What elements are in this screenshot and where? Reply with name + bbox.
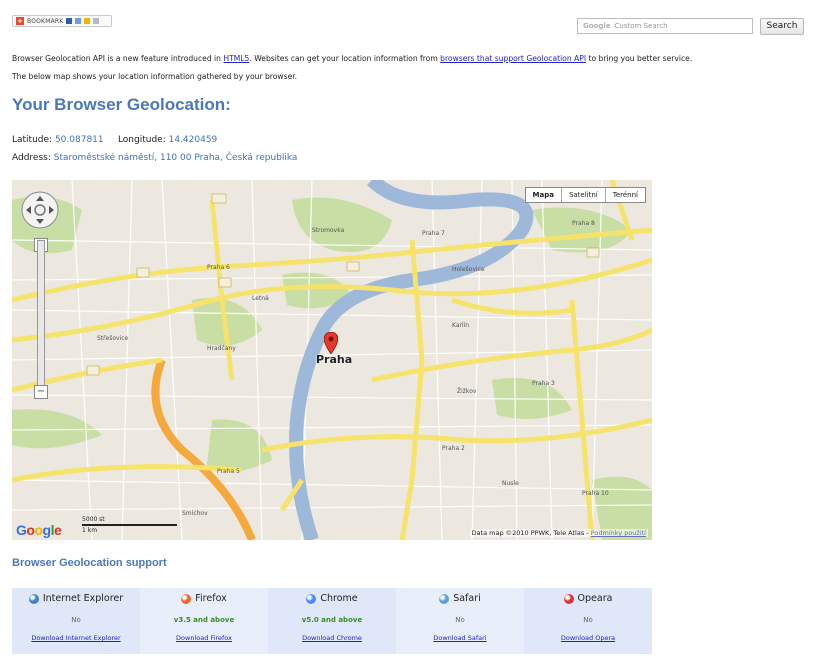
browser-version: No	[71, 616, 81, 624]
scale-bottom-label: 1 km	[82, 527, 98, 534]
safari-icon	[439, 593, 450, 604]
firefox-icon	[181, 593, 192, 604]
intro-part1: Browser Geolocation API is a new feature…	[12, 54, 224, 63]
map-label-nusle: Nusle	[502, 480, 519, 487]
browser-version: No	[455, 616, 465, 624]
map-label-praha7: Praha 7	[422, 230, 445, 237]
zoom-slider[interactable]	[37, 240, 45, 392]
map-label-praha3: Praha 3	[532, 380, 555, 387]
opera-icon	[563, 593, 574, 604]
more-icon	[93, 18, 100, 24]
map-type-terenni[interactable]: Terénní	[604, 188, 645, 202]
supported-browsers-link[interactable]: browsers that support Geolocation API	[440, 54, 586, 63]
download-opera-link[interactable]: Download Opera	[524, 634, 652, 642]
attribution-text: Data map ©2010 PPWK, Tele Atlas -	[471, 529, 591, 537]
intro-line2: The below map shows your location inform…	[12, 72, 298, 81]
address-label: Address:	[12, 153, 51, 163]
plus-icon: +	[16, 17, 24, 25]
page-title: Your Browser Geolocation:	[12, 95, 231, 114]
map-label-zizkov: Žižkov	[457, 388, 477, 395]
location-pin-icon[interactable]	[324, 332, 338, 354]
longitude-label: Longitude:	[117, 135, 166, 145]
browser-col-ie: Internet Explorer No Download Internet E…	[12, 588, 140, 654]
twitter-icon	[75, 18, 82, 24]
browser-name: Internet Explorer	[42, 593, 124, 604]
browser-version: v3.5 and above	[173, 616, 235, 624]
scale-top-label: 5000 st	[82, 516, 105, 523]
zoom-out-button[interactable]: −	[34, 385, 48, 399]
html5-link[interactable]: HTML5	[223, 54, 249, 63]
address-value: Staroměstské náměstí, 110 00 Praha, Česk…	[53, 153, 298, 163]
latitude-label: Latitude:	[12, 135, 53, 145]
terms-link[interactable]: Podmínky použití	[591, 529, 646, 537]
google-search-logo: Google	[583, 22, 611, 30]
longitude-value: 14.420459	[168, 135, 218, 145]
map-view[interactable]: Praha 6 Praha 7 Praha 8 Praha 5 Praha 2 …	[12, 180, 652, 540]
search-button[interactable]: Search	[760, 18, 804, 35]
map-label-praha2: Praha 2	[442, 445, 465, 452]
browser-col-firefox: Firefox v3.5 and above Download Firefox	[140, 588, 268, 654]
browser-version: v5.0 and above	[301, 616, 363, 624]
download-firefox-link[interactable]: Download Firefox	[140, 634, 268, 642]
map-label-praha5: Praha 5	[217, 468, 240, 475]
map-label-smichov: Smíchov	[182, 510, 208, 517]
map-label-praha10: Praha 10	[582, 490, 609, 497]
map-label-stresovice: Střešovice	[97, 335, 129, 342]
search-input[interactable]: Google Custom Search	[577, 18, 753, 34]
map-label-karlin: Karlín	[452, 322, 470, 329]
map-type-satelitni[interactable]: Satelitní	[560, 188, 605, 202]
browser-support-table: Internet Explorer No Download Internet E…	[12, 588, 652, 654]
download-safari-link[interactable]: Download Safari	[396, 634, 524, 642]
chrome-icon	[306, 593, 317, 604]
map-type-control: Mapa Satelitní Terénní	[524, 187, 646, 203]
browser-name: Firefox	[195, 593, 227, 604]
intro-text: Browser Geolocation API is a new feature…	[12, 50, 812, 86]
map-scale: 5000 st 1 km	[82, 516, 177, 534]
browser-col-safari: Safari No Download Safari	[396, 588, 524, 654]
star-icon	[84, 18, 91, 24]
search-placeholder: Custom Search	[614, 22, 668, 30]
browser-version: No	[583, 616, 593, 624]
browser-name: Chrome	[320, 593, 358, 604]
google-logo: Google	[16, 522, 62, 538]
map-label-hradcany: Hradčany	[207, 345, 236, 352]
latitude-value: 50.087811	[54, 135, 104, 145]
map-center-label: Praha	[316, 353, 353, 366]
map-label-holesovice: Holešovice	[452, 266, 485, 273]
browser-name: Opeara	[577, 593, 613, 604]
browser-col-opera: Opeara No Download Opera	[524, 588, 652, 654]
support-title: Browser Geolocation support	[12, 557, 167, 569]
map-label-praha8: Praha 8	[572, 220, 595, 227]
location-info: Latitude: 50.087811 Longitude: 14.420459…	[12, 131, 297, 167]
facebook-icon	[66, 18, 73, 24]
map-attribution: Data map ©2010 PPWK, Tele Atlas - Podmín…	[469, 529, 648, 537]
download-ie-link[interactable]: Download Internet Explorer	[12, 634, 140, 642]
map-type-mapa[interactable]: Mapa	[526, 188, 561, 202]
bookmark-label: BOOKMARK	[27, 17, 64, 25]
browser-name: Safari	[453, 593, 481, 604]
intro-part2: . Websites can get your location informa…	[249, 54, 441, 63]
browser-col-chrome: Chrome v5.0 and above Download Chrome	[268, 588, 396, 654]
pan-control-icon[interactable]	[20, 190, 60, 230]
map-label-praha6: Praha 6	[207, 264, 230, 271]
map-label-letna: Letná	[252, 295, 269, 302]
map-label-stromovka: Stromovka	[312, 227, 345, 234]
download-chrome-link[interactable]: Download Chrome	[268, 634, 396, 642]
intro-part3: to bring you better service.	[586, 54, 693, 63]
ie-icon	[28, 593, 39, 604]
bookmark-button[interactable]: + BOOKMARK	[12, 15, 112, 27]
